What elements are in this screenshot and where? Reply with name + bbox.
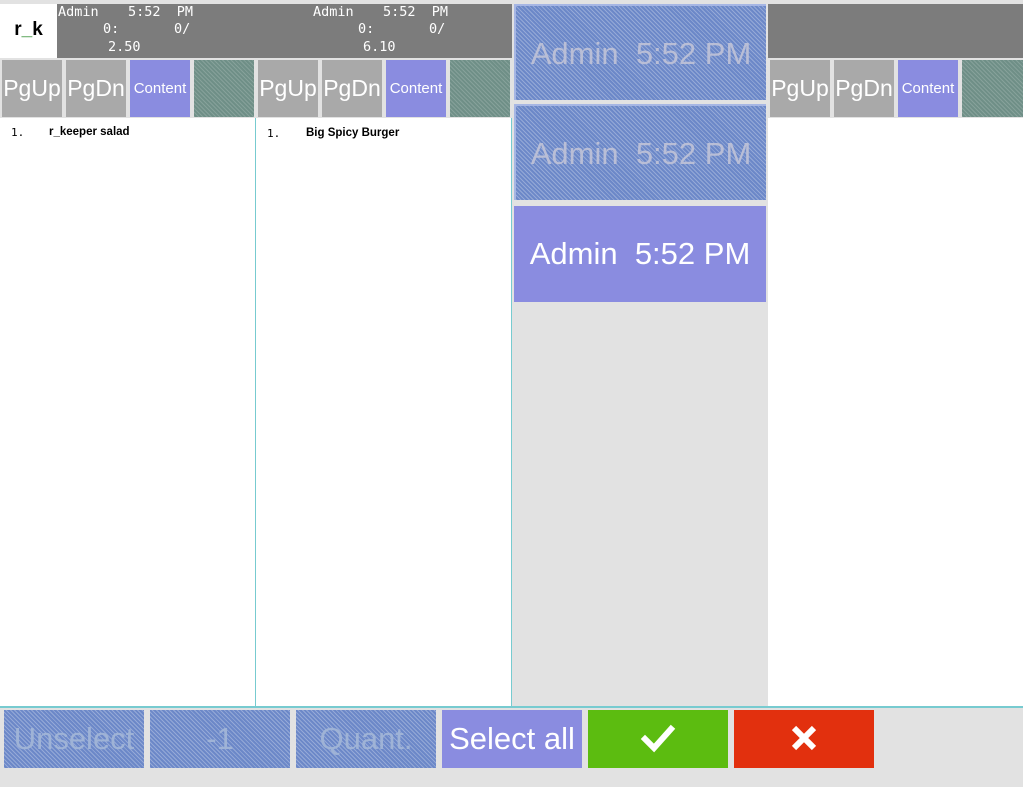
order-card[interactable]: Admin 5:52 PM <box>514 104 766 200</box>
order-items-panel-1: 1. r_keeper salad <box>0 118 255 706</box>
order-total: 2.50 <box>108 39 141 55</box>
divider <box>0 706 1023 708</box>
blank-button <box>450 60 510 117</box>
content-button[interactable]: Content <box>898 60 958 117</box>
cancel-button[interactable] <box>734 710 874 768</box>
order-guests: 0: <box>358 21 375 37</box>
quantity-button[interactable]: Quant. <box>296 710 436 768</box>
pgdn-button[interactable]: PgDn <box>834 60 894 117</box>
order-header-3 <box>768 4 1023 58</box>
pgup-button[interactable]: PgUp <box>770 60 830 117</box>
order-guests: 0: <box>103 21 120 37</box>
order-card[interactable]: Admin 5:52 PM <box>514 4 766 100</box>
pgup-button[interactable]: PgUp <box>2 60 62 117</box>
blank-button <box>194 60 254 117</box>
select-all-button[interactable]: Select all <box>442 710 582 768</box>
blank-button <box>962 60 1023 117</box>
confirm-button[interactable] <box>588 710 728 768</box>
order-header-2: Admin 5:52 PM 0: 0/ 6.10 <box>256 4 512 58</box>
pgup-button[interactable]: PgUp <box>258 60 318 117</box>
minus-one-button[interactable]: -1 <box>150 710 290 768</box>
content-button[interactable]: Content <box>130 60 190 117</box>
item-name: Big Spicy Burger <box>306 127 400 139</box>
pgdn-button[interactable]: PgDn <box>322 60 382 117</box>
order-user: Admin <box>313 4 354 20</box>
app-logo: r_k <box>0 4 57 58</box>
order-header-1: Admin 5:52 PM 0: 0/ 2.50 <box>57 4 256 58</box>
order-table: 0/ <box>174 21 191 37</box>
pgdn-button[interactable]: PgDn <box>66 60 126 117</box>
order-table: 0/ <box>429 21 446 37</box>
content-button[interactable]: Content <box>386 60 446 117</box>
order-user: Admin <box>58 4 99 20</box>
item-name: r_keeper salad <box>49 126 130 138</box>
check-icon <box>640 724 676 753</box>
order-time: 5:52 PM <box>128 4 194 20</box>
order-card-selected[interactable]: Admin 5:52 PM <box>514 206 766 302</box>
order-items-panel-2: 1. Big Spicy Burger <box>256 118 511 706</box>
order-items-panel-3 <box>768 118 1023 706</box>
order-total: 6.10 <box>363 39 396 55</box>
unselect-button[interactable]: Unselect <box>4 710 144 768</box>
close-icon <box>791 725 817 751</box>
order-time: 5:52 PM <box>383 4 449 20</box>
